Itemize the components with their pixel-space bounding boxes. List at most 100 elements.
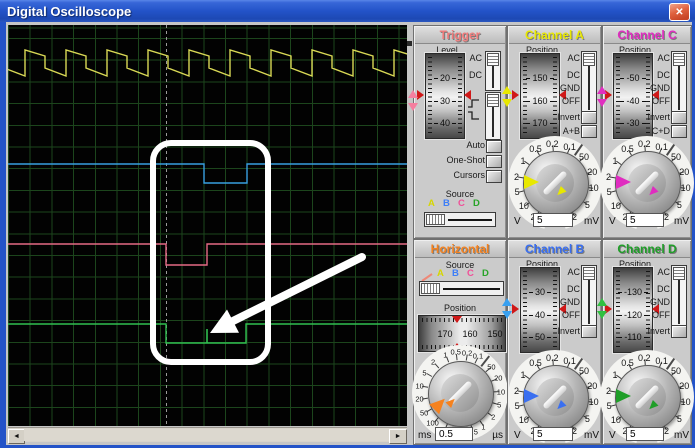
meter-dash: [643, 336, 648, 338]
position-marker-top[interactable]: [452, 316, 462, 323]
channel_b-value-box[interactable]: 5: [533, 427, 573, 441]
close-button[interactable]: ✕: [669, 3, 690, 21]
knob-scale-value: 0.1: [472, 351, 484, 361]
knob-cap[interactable]: [628, 378, 666, 416]
trigger-level-meter[interactable]: 20 30 40: [425, 53, 465, 139]
channel_a-title: Channel A: [525, 28, 584, 42]
waveform-traces: [8, 49, 407, 365]
meter-scale-row: 30: [426, 96, 464, 106]
trigger-coupling-fader[interactable]: [485, 51, 501, 91]
trigger-oneshot-button[interactable]: [486, 155, 502, 168]
channel_d-position-meter[interactable]: -130 -120 -110: [613, 267, 653, 353]
meter-dash: [618, 336, 623, 338]
channel-d-panel: Channel D Position -130 -120 -110 AC DC GND OFF I…: [600, 239, 694, 445]
knob-scale-value: 5: [676, 413, 682, 424]
unit-left-label: V: [514, 216, 521, 227]
meter-scale-value: -110: [624, 332, 642, 342]
channel_a-value-box[interactable]: 5: [533, 213, 573, 227]
knob-cap[interactable]: [628, 164, 666, 202]
meter-scale-value: 30: [534, 287, 545, 297]
fader-thumb[interactable]: [487, 53, 499, 66]
channel-a-position-indicator[interactable]: [502, 86, 512, 107]
channel_c-value-box[interactable]: 5: [626, 213, 664, 227]
slider-thumb[interactable]: [421, 283, 440, 294]
slider-thumb[interactable]: [426, 214, 445, 225]
invert-label: Invert: [557, 326, 580, 336]
meter-scale-row: 30: [521, 287, 559, 297]
channel_b-coupling-fader[interactable]: [581, 265, 597, 327]
source-channel-letter[interactable]: B: [443, 198, 450, 209]
trigger-source-slider[interactable]: [424, 212, 496, 227]
meter-marker-left[interactable]: [512, 90, 519, 100]
meter-dash: [549, 122, 554, 124]
fader-thumb[interactable]: [583, 53, 595, 66]
meter-dash: [549, 77, 554, 79]
channel-c-position-indicator[interactable]: [597, 86, 607, 107]
channel_b-position-meter[interactable]: 30 40 50: [520, 267, 560, 353]
knob-cap[interactable]: [536, 164, 574, 202]
invert-button[interactable]: [671, 325, 687, 338]
horizontal-value-box[interactable]: 0.5: [435, 427, 473, 441]
channel_c-coupling-fader[interactable]: [671, 51, 687, 113]
source-channel-letter[interactable]: D: [482, 268, 489, 279]
channel-c-panel: Channel C Position -50 -40 -30 AC DC GND OFF Inve…: [600, 25, 694, 239]
fader-track: [492, 107, 494, 137]
channel-b-panel: Channel B Position 30 40 50 AC DC GND OFF Invert 1…: [507, 239, 602, 445]
coupling-label: OFF: [652, 310, 670, 320]
meter-dash: [547, 336, 551, 338]
invert-label: Invert: [647, 326, 670, 336]
meter-marker-left[interactable]: [417, 90, 424, 100]
meter-dash: [617, 291, 622, 293]
trigger-auto-button[interactable]: [486, 140, 502, 153]
source-channel-letter[interactable]: A: [437, 268, 444, 279]
invert-button[interactable]: [671, 111, 687, 124]
title-bar[interactable]: Digital Oscilloscope ✕: [0, 0, 695, 22]
arrow-down-icon: [597, 311, 607, 319]
scroll-left-button[interactable]: ◄: [8, 429, 25, 444]
horizontal-title: Horizontal: [430, 242, 490, 256]
scrollbar-track[interactable]: [24, 429, 390, 441]
sum-button[interactable]: [671, 125, 687, 138]
coupling-label: DC: [657, 284, 670, 294]
channel_d-coupling-fader[interactable]: [671, 265, 687, 327]
sum-button[interactable]: [581, 125, 597, 138]
knob-cap[interactable]: [536, 378, 574, 416]
meter-dash: [528, 336, 533, 338]
invert-button[interactable]: [581, 111, 597, 124]
invert-button[interactable]: [581, 325, 597, 338]
channel_a-position-meter[interactable]: 150 160 170: [520, 53, 560, 139]
fader-thumb[interactable]: [673, 53, 685, 66]
trigger-cursors-button[interactable]: [486, 170, 502, 183]
oscilloscope-display[interactable]: [8, 25, 407, 426]
meter-marker-left[interactable]: [512, 304, 519, 314]
source-channel-letter[interactable]: C: [467, 268, 474, 279]
meter-scale-value: 30: [439, 96, 450, 106]
horizontal-source-slider[interactable]: [419, 281, 504, 296]
source-channel-letter[interactable]: C: [458, 198, 465, 209]
fader-thumb[interactable]: [673, 267, 685, 280]
gutter-position-tick: [407, 41, 412, 46]
source-channel-letter[interactable]: B: [452, 268, 459, 279]
channel-d-position-indicator[interactable]: [597, 298, 607, 319]
fader-thumb[interactable]: [487, 94, 499, 107]
knob-scale-value: 5: [584, 413, 590, 424]
channel_c-position-meter[interactable]: -50 -40 -30: [613, 53, 653, 139]
channel-b-position-indicator[interactable]: [502, 298, 512, 319]
horizontal-scrollbar[interactable]: ◄ ►: [8, 427, 407, 444]
trigger-edge-fader[interactable]: [485, 92, 501, 140]
coupling-label: AC: [567, 53, 580, 63]
scroll-right-button[interactable]: ►: [389, 429, 407, 444]
panel-header: Channel B: [509, 241, 600, 258]
source-channel-letter[interactable]: D: [473, 198, 480, 209]
arrow-down-icon: [408, 103, 418, 111]
arrow-up-icon: [597, 86, 607, 94]
channel_a-coupling-fader[interactable]: [581, 51, 597, 113]
meter-dash: [526, 77, 531, 79]
coupling-label: DC: [567, 284, 580, 294]
trigger-level-indicator[interactable]: [408, 90, 418, 111]
channel_d-value-box[interactable]: 5: [626, 427, 664, 441]
source-channel-letter[interactable]: A: [428, 198, 435, 209]
arrow-down-icon: [502, 311, 512, 319]
meter-scale-value: 50: [534, 332, 545, 342]
fader-thumb[interactable]: [583, 267, 595, 280]
